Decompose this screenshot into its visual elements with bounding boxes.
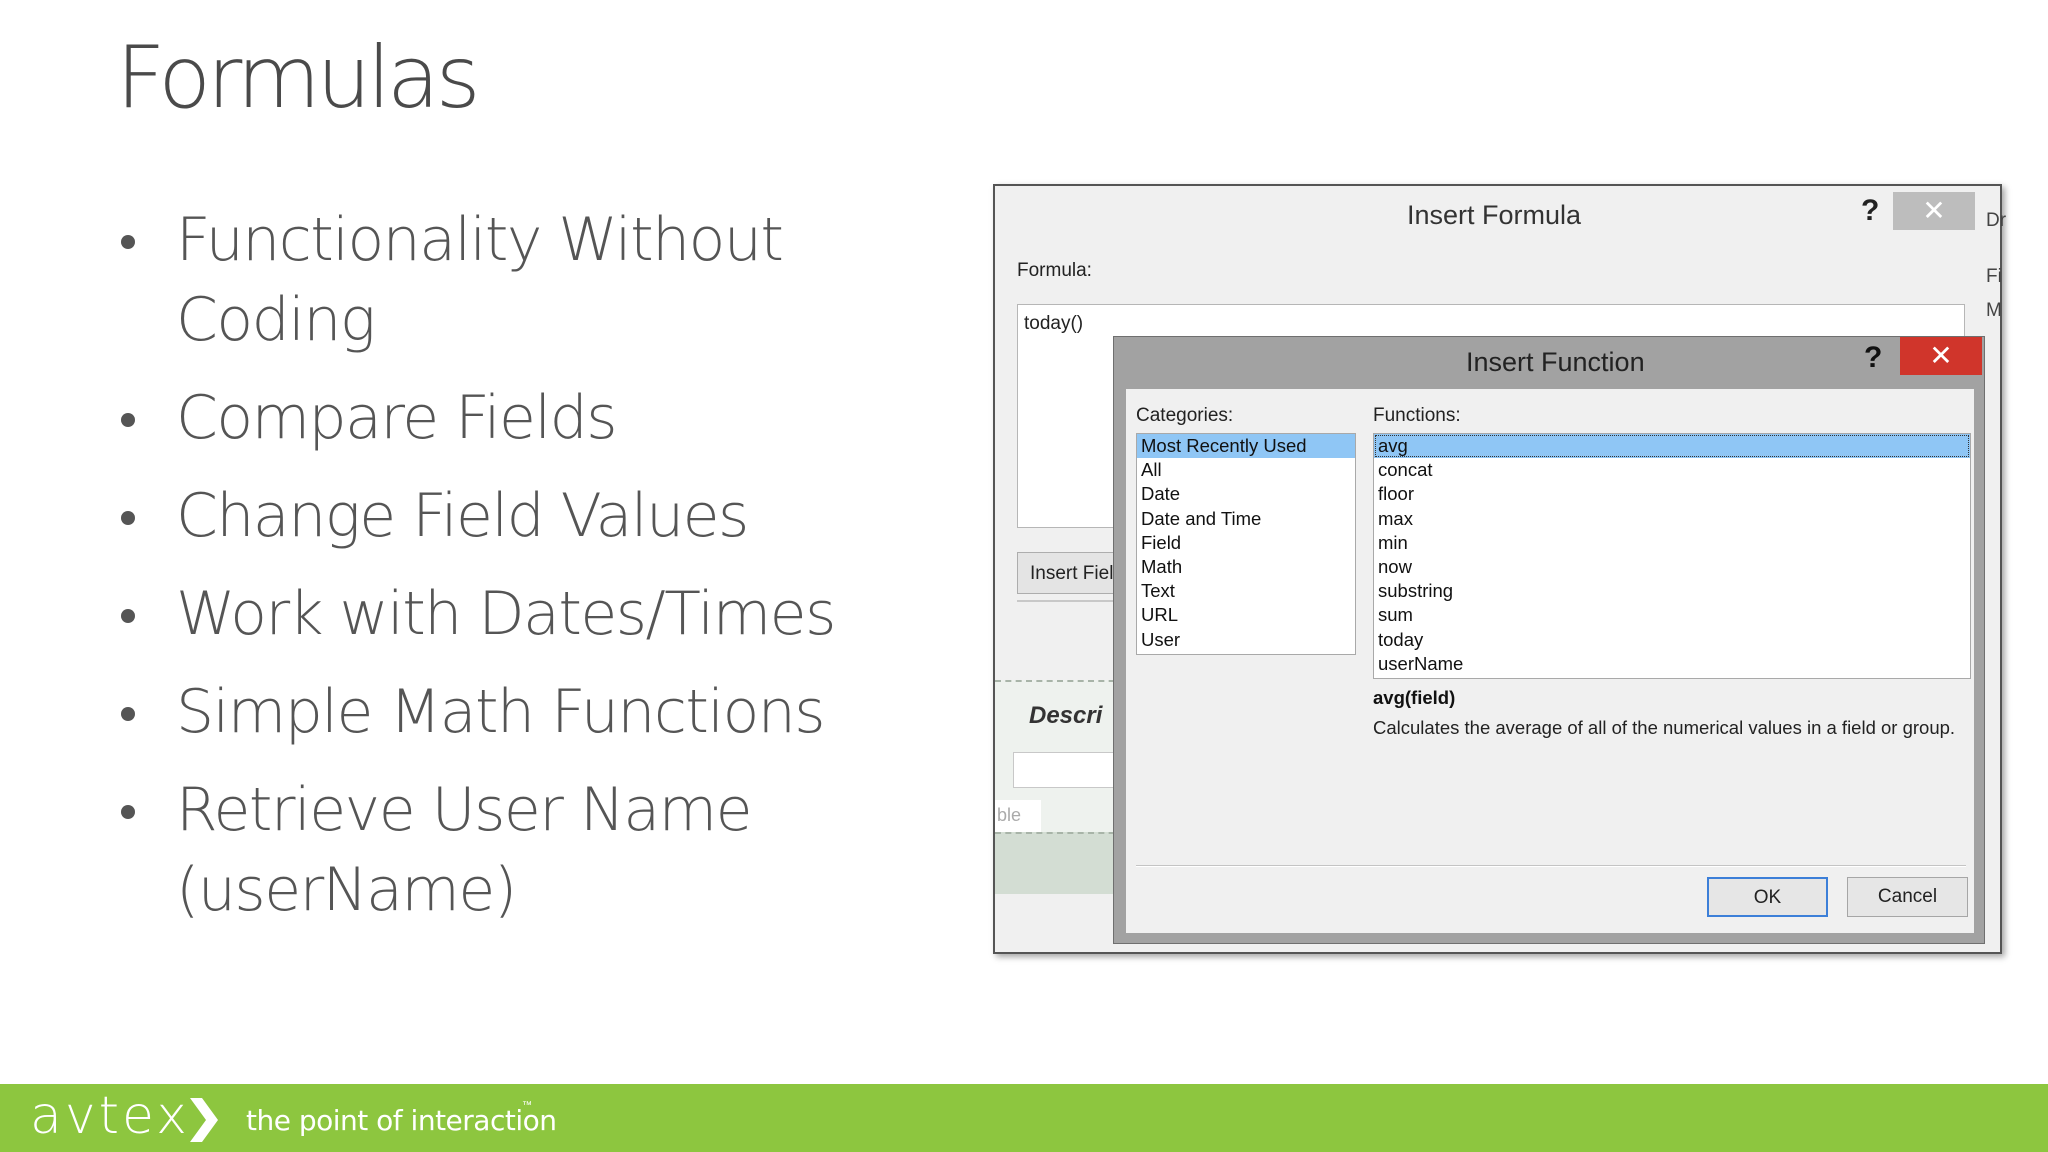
category-item[interactable]: URL bbox=[1137, 603, 1355, 627]
bullet-item: Change Field Values bbox=[116, 476, 976, 556]
edge-text: M bbox=[1986, 300, 2002, 321]
functions-list[interactable]: avg concat floor max min now substring s… bbox=[1373, 433, 1971, 679]
footer-bar: avtex the point of interaction ™ bbox=[0, 1084, 2048, 1152]
function-item[interactable]: avg bbox=[1374, 434, 1970, 459]
background-section bbox=[995, 832, 1125, 894]
function-close-button[interactable]: ✕ bbox=[1900, 337, 1982, 375]
formula-dialog-titlebar[interactable]: Insert Formula ? ✕ bbox=[995, 186, 2000, 242]
category-item[interactable]: User bbox=[1137, 628, 1355, 652]
trademark: ™ bbox=[522, 1100, 532, 1111]
function-item[interactable]: floor bbox=[1374, 482, 1970, 506]
help-icon[interactable]: ? bbox=[1861, 194, 1879, 228]
bullet-dot-icon bbox=[121, 413, 135, 427]
bullet-text: Functionality Without Coding bbox=[176, 205, 784, 355]
category-item[interactable]: Most Recently Used bbox=[1137, 434, 1355, 459]
bullet-item: Work with Dates/Times bbox=[116, 574, 976, 654]
function-dialog-title: Insert Function bbox=[1466, 347, 1645, 377]
formula-label: Formula: bbox=[1017, 260, 1092, 281]
function-item[interactable]: now bbox=[1374, 555, 1970, 579]
slide-title: Formulas bbox=[116, 28, 481, 128]
divider bbox=[1136, 865, 1966, 867]
bullet-item: Compare Fields bbox=[116, 378, 976, 458]
formula-dialog-title: Insert Formula bbox=[1407, 200, 1582, 230]
function-description: Calculates the average of all of the num… bbox=[1373, 717, 1956, 738]
function-signature: avg(field) bbox=[1373, 687, 1456, 708]
bullet-item: Simple Math Functions bbox=[116, 672, 976, 752]
category-item[interactable]: Field bbox=[1137, 531, 1355, 555]
ok-button[interactable]: OK bbox=[1707, 877, 1828, 917]
bullet-item: Functionality Without Coding bbox=[116, 200, 976, 360]
function-item[interactable]: min bbox=[1374, 531, 1970, 555]
formula-close-button[interactable]: ✕ bbox=[1893, 192, 1975, 230]
bullet-text: Work with Dates/Times bbox=[176, 579, 836, 649]
function-item[interactable]: today bbox=[1374, 628, 1970, 652]
function-item[interactable]: sum bbox=[1374, 603, 1970, 627]
bullet-dot-icon bbox=[121, 707, 135, 721]
category-item[interactable]: Text bbox=[1137, 579, 1355, 603]
function-item[interactable]: concat bbox=[1374, 458, 1970, 482]
background-form-area: Descri ble bbox=[995, 680, 1125, 894]
function-item[interactable]: substring bbox=[1374, 579, 1970, 603]
bullet-item: Retrieve User Name (userName) bbox=[116, 770, 976, 930]
bullet-dot-icon bbox=[121, 511, 135, 525]
categories-list[interactable]: Most Recently Used All Date Date and Tim… bbox=[1136, 433, 1356, 655]
bullet-dot-icon bbox=[121, 805, 135, 819]
category-item[interactable]: Date and Time bbox=[1137, 507, 1355, 531]
background-input bbox=[1013, 752, 1125, 788]
help-icon[interactable]: ? bbox=[1864, 341, 1882, 375]
edge-text: Fi bbox=[1986, 266, 2002, 287]
bullet-dot-icon bbox=[121, 609, 135, 623]
avtex-logo: avtex bbox=[30, 1086, 190, 1146]
tagline: the point of interaction bbox=[246, 1104, 557, 1137]
category-item[interactable]: Math bbox=[1137, 555, 1355, 579]
background-label: ble bbox=[995, 800, 1041, 832]
bullet-list: Functionality Without Coding Compare Fie… bbox=[116, 200, 976, 948]
bullet-text: Simple Math Functions bbox=[176, 677, 826, 747]
background-heading: Descri bbox=[1029, 702, 1103, 729]
functions-label: Functions: bbox=[1373, 405, 1461, 426]
logo-chevron-icon bbox=[190, 1098, 218, 1142]
bullet-text: Retrieve User Name (userName) bbox=[176, 775, 753, 925]
categories-label: Categories: bbox=[1136, 405, 1234, 426]
function-dialog-body: Categories: Most Recently Used All Date … bbox=[1126, 389, 1974, 933]
bullet-dot-icon bbox=[121, 235, 135, 249]
bullet-text: Change Field Values bbox=[176, 481, 749, 551]
formula-value: today() bbox=[1024, 313, 1084, 334]
function-item[interactable]: userName bbox=[1374, 652, 1970, 676]
category-item[interactable]: Date bbox=[1137, 482, 1355, 506]
category-item[interactable]: All bbox=[1137, 458, 1355, 482]
insert-function-dialog: Insert Function ? ✕ Categories: Most Rec… bbox=[1113, 336, 1985, 944]
cancel-button[interactable]: Cancel bbox=[1847, 877, 1968, 917]
function-item[interactable]: max bbox=[1374, 507, 1970, 531]
bullet-text: Compare Fields bbox=[176, 383, 618, 453]
edge-text: Dr bbox=[1986, 210, 2007, 231]
